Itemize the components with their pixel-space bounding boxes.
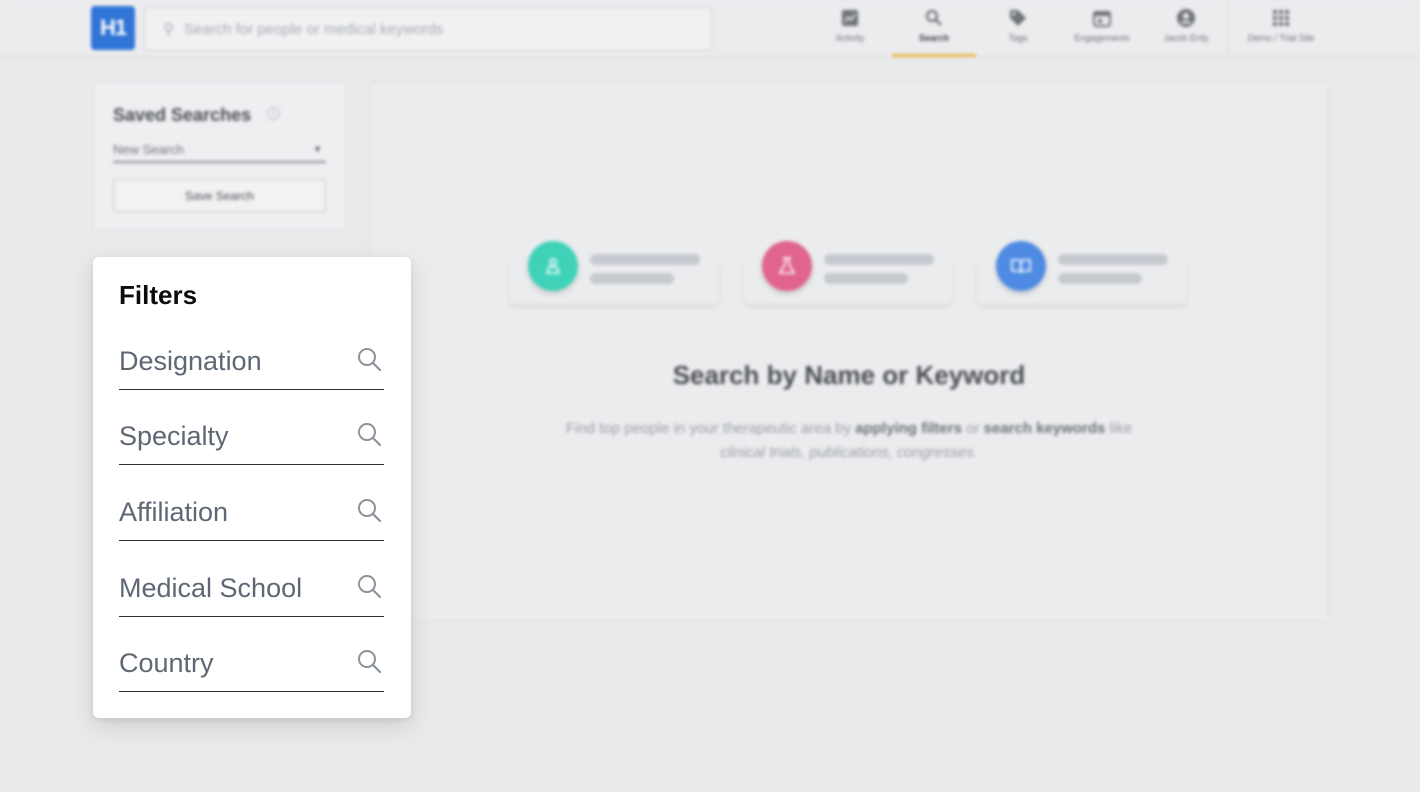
nav-tags[interactable]: Tags	[976, 0, 1060, 57]
search-icon[interactable]	[356, 573, 382, 599]
top-bar: H1 ⚲ Search for people or medical keywor…	[0, 0, 1420, 57]
skeleton-line	[590, 254, 700, 265]
nav-label: Search	[918, 33, 950, 43]
search-icon[interactable]	[356, 346, 382, 372]
nav-engagements[interactable]: Engagements	[1060, 0, 1144, 57]
desc-text: Find top people in your therapeutic area…	[565, 420, 856, 437]
info-icon[interactable]: i	[267, 107, 280, 120]
desc-text: like	[1105, 420, 1133, 437]
search-icon	[924, 8, 944, 28]
search-icon: ⚲	[163, 21, 174, 38]
saved-searches-title: Saved Searches	[113, 105, 252, 125]
search-icon[interactable]	[356, 421, 382, 447]
filters-panel: Filters Designation Specialty Affiliatio…	[93, 257, 411, 718]
nav-account[interactable]: Jacob Erdy	[1144, 0, 1228, 57]
tag-icon	[1008, 8, 1028, 28]
saved-searches-panel: Saved Searches i New Search ▼ Save Searc…	[93, 82, 346, 231]
saved-search-selected: New Search	[113, 141, 184, 157]
empty-state-description: Find top people in your therapeutic area…	[369, 417, 1329, 465]
filter-label: Country	[119, 648, 214, 678]
skeleton-line	[590, 273, 674, 284]
placeholder-card	[510, 241, 718, 304]
global-search-input[interactable]: ⚲ Search for people or medical keywords	[144, 7, 712, 51]
search-placeholder: Search for people or medical keywords	[184, 20, 444, 38]
account-icon	[1176, 8, 1196, 28]
placeholder-card	[978, 241, 1186, 304]
flask-icon	[762, 241, 812, 291]
filter-label: Affiliation	[119, 497, 229, 527]
empty-state-title: Search by Name or Keyword	[672, 360, 1026, 390]
activity-icon	[840, 8, 860, 28]
filter-label: Medical School	[119, 573, 303, 603]
filters-title: Filters	[119, 280, 198, 310]
skeleton-line	[824, 254, 934, 265]
nav-label: Activity	[835, 33, 865, 43]
app-logo[interactable]: H1	[91, 6, 135, 50]
nav-apps[interactable]: Demo / Trial Site	[1229, 0, 1333, 57]
placeholder-card	[744, 241, 952, 304]
desc-link-keywords[interactable]: search keywords	[984, 420, 1106, 437]
nav-activity[interactable]: Activity	[808, 0, 892, 57]
skeleton-line	[1058, 273, 1142, 284]
saved-search-select[interactable]: New Search ▼	[113, 137, 326, 163]
results-panel	[369, 82, 1329, 621]
search-icon[interactable]	[356, 648, 382, 674]
filter-label: Designation	[119, 346, 262, 376]
main-nav: Activity Search Tags Engagements Jacob E…	[808, 0, 1333, 57]
nav-label: Engagements	[1074, 33, 1130, 43]
filter-affiliation[interactable]: Affiliation	[119, 487, 384, 541]
nav-label: Jacob Erdy	[1163, 33, 1209, 43]
filter-label: Specialty	[119, 421, 229, 451]
search-icon[interactable]	[356, 497, 382, 523]
save-search-button[interactable]: Save Search	[113, 179, 326, 212]
calendar-icon	[1092, 8, 1112, 28]
skeleton-line	[824, 273, 908, 284]
desc-link-filters[interactable]: applying filters	[855, 420, 962, 437]
skeleton-line	[1058, 254, 1168, 265]
nav-label: Tags	[1008, 33, 1028, 43]
person-icon	[528, 241, 578, 291]
filter-country[interactable]: Country	[119, 638, 384, 692]
filter-specialty[interactable]: Specialty	[119, 411, 384, 465]
desc-text: or	[961, 420, 984, 437]
nav-label: Demo / Trial Site	[1247, 33, 1315, 43]
nav-search[interactable]: Search	[892, 0, 976, 57]
desc-examples: clinical trials, publications, congresse…	[720, 444, 978, 461]
caret-down-icon: ▼	[313, 144, 322, 154]
book-icon	[996, 241, 1046, 291]
apps-grid-icon	[1271, 8, 1291, 28]
filter-medical-school[interactable]: Medical School	[119, 563, 384, 617]
filter-designation[interactable]: Designation	[119, 336, 384, 390]
